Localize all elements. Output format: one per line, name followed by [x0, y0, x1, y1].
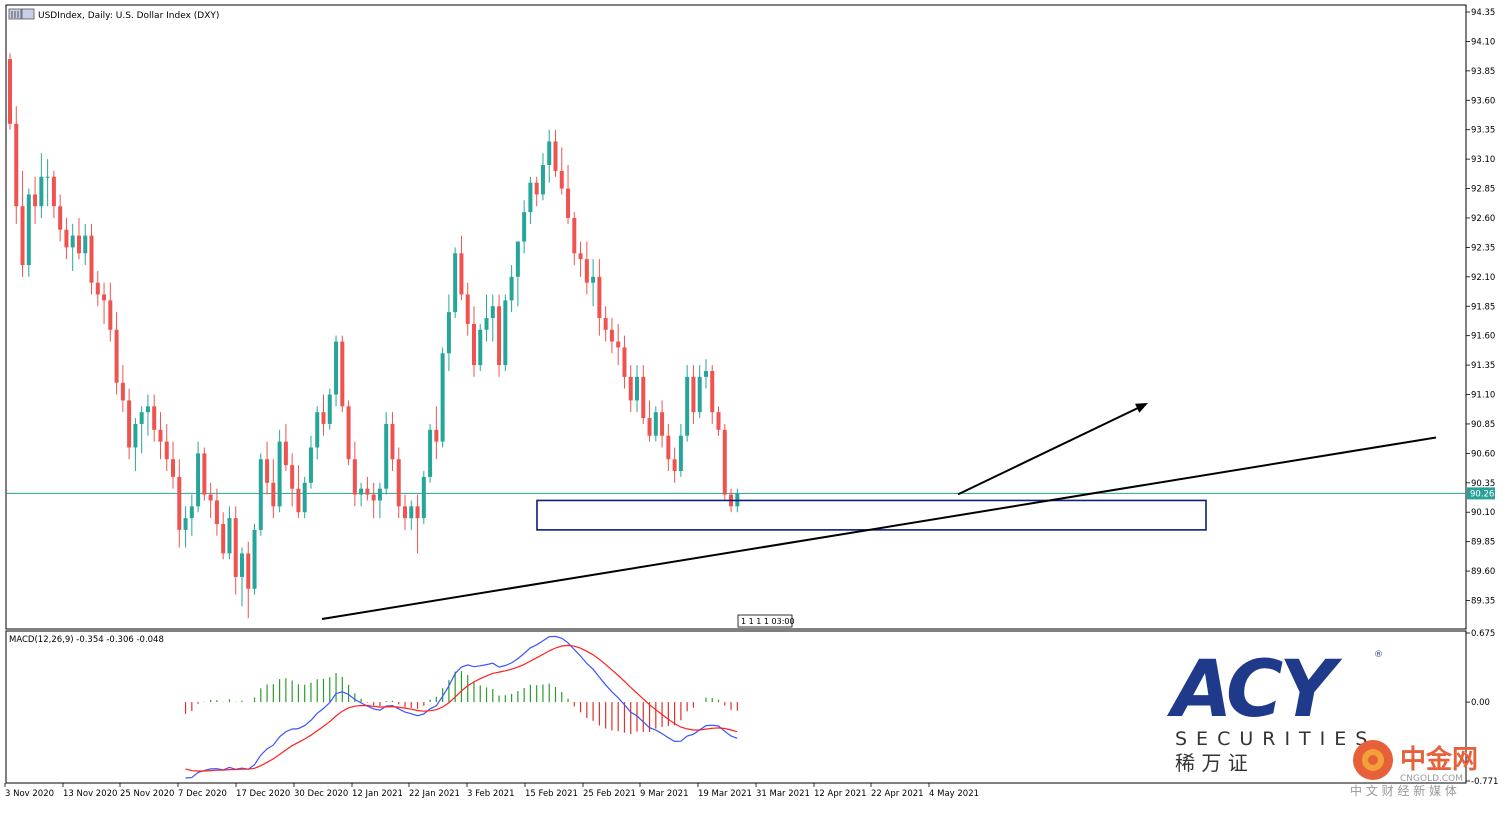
chart-title: USDIndex, Daily: U.S. Dollar Index (DXY)	[8, 8, 219, 21]
watermark-sub: 中 文 财 经 新 媒 体	[1350, 783, 1457, 798]
price-tick-label: 93.85	[1471, 67, 1495, 77]
candle	[277, 429, 282, 513]
price-tick-label: 94.35	[1471, 8, 1495, 18]
candle	[497, 294, 502, 377]
price-tick-label: 93.10	[1471, 155, 1495, 165]
price-chart[interactable]: 94.35 94.10 93.85 93.60 93.35 93.10 92.85 92.60…	[0, 0, 1506, 809]
price-tick-label: 89.35	[1471, 597, 1495, 607]
candle	[346, 400, 351, 466]
logo-securities: SECURITIES	[1175, 728, 1376, 750]
candle	[453, 247, 458, 319]
candle	[503, 294, 508, 371]
candle	[421, 471, 426, 524]
registered-mark: ®	[1374, 650, 1383, 660]
date-tick-label: 12 Jan 2021	[352, 789, 403, 799]
chart-window: 94.35 94.10 93.85 93.60 93.35 93.10 92.85 92.60…	[0, 0, 1506, 809]
date-tick-label: 3 Feb 2021	[467, 789, 515, 799]
date-tick-label: 22 Jan 2021	[409, 789, 460, 799]
candle	[440, 347, 445, 448]
watermark-cn: 中金网	[1400, 744, 1478, 775]
macd-tick-label: 0.00	[1471, 698, 1490, 708]
date-tick-label: 25 Nov 2020	[120, 789, 174, 799]
candle	[722, 423, 727, 501]
candle	[202, 447, 207, 501]
date-tick-label: 30 Dec 2020	[294, 789, 348, 799]
logo-chinese: 稀 万 证	[1175, 751, 1248, 775]
candle	[14, 106, 19, 224]
price-tick-label: 89.85	[1471, 538, 1495, 548]
logo-brand: ACY	[1166, 645, 1343, 735]
watermark-en: CNGOLD.COM	[1400, 774, 1463, 784]
price-tick-label: 90.60	[1471, 449, 1495, 459]
current-price-text: 90.26	[1470, 489, 1494, 499]
candle	[340, 335, 345, 413]
price-tick-label: 93.60	[1471, 96, 1495, 106]
macd-label: MACD(12,26,9) -0.354 -0.306 -0.048	[9, 635, 164, 645]
date-tick-label: 7 Dec 2020	[178, 789, 227, 799]
price-tick-label: 91.35	[1471, 361, 1495, 371]
date-tick-label: 19 Mar 2021	[698, 789, 752, 799]
candle	[327, 388, 332, 430]
price-tick-label: 91.85	[1471, 302, 1495, 312]
price-tick-label: 92.85	[1471, 185, 1495, 195]
date-tick-label: 31 Mar 2021	[756, 789, 810, 799]
candle	[252, 523, 257, 595]
price-tick-label: 90.85	[1471, 420, 1495, 430]
date-tick-label: 13 Nov 2020	[63, 789, 117, 799]
price-tick-label: 92.10	[1471, 273, 1495, 283]
date-tick-label: 17 Dec 2020	[236, 789, 290, 799]
time-marker-text: 1 1 1 1 03:00	[741, 617, 795, 626]
candle	[258, 453, 263, 536]
price-tick-label: 92.35	[1471, 243, 1495, 253]
chart-title-text: USDIndex, Daily: U.S. Dollar Index (DXY)	[38, 11, 219, 21]
price-tick-label: 90.35	[1471, 479, 1495, 489]
price-tick-label: 93.35	[1471, 126, 1495, 136]
price-tick-label: 91.60	[1471, 332, 1495, 342]
price-tick-label: 90.10	[1471, 508, 1495, 518]
macd-tick-label: -0.771	[1471, 777, 1498, 787]
macd-tick-label: 0.675	[1471, 629, 1495, 639]
price-tick-label: 92.60	[1471, 214, 1495, 224]
date-tick-label: 22 Apr 2021	[871, 789, 924, 799]
candle	[302, 476, 307, 519]
price-tick-label: 89.60	[1471, 567, 1495, 577]
date-tick-label: 12 Apr 2021	[814, 789, 867, 799]
date-tick-label: 9 Mar 2021	[640, 789, 688, 799]
candle	[384, 412, 389, 495]
candle	[8, 53, 12, 130]
price-tick-label: 94.10	[1471, 37, 1495, 47]
date-tick-label: 3 Nov 2020	[5, 789, 54, 799]
price-axis: 94.35 94.10 93.85 93.60 93.35 93.10 92.85 92.60…	[1466, 8, 1495, 607]
date-tick-label: 25 Feb 2021	[583, 789, 636, 799]
price-tick-label: 91.10	[1471, 391, 1495, 401]
date-tick-label: 15 Feb 2021	[525, 789, 578, 799]
candle	[26, 188, 31, 277]
candle	[478, 323, 483, 371]
candle	[428, 423, 433, 483]
date-tick-label: 4 May 2021	[929, 789, 979, 799]
